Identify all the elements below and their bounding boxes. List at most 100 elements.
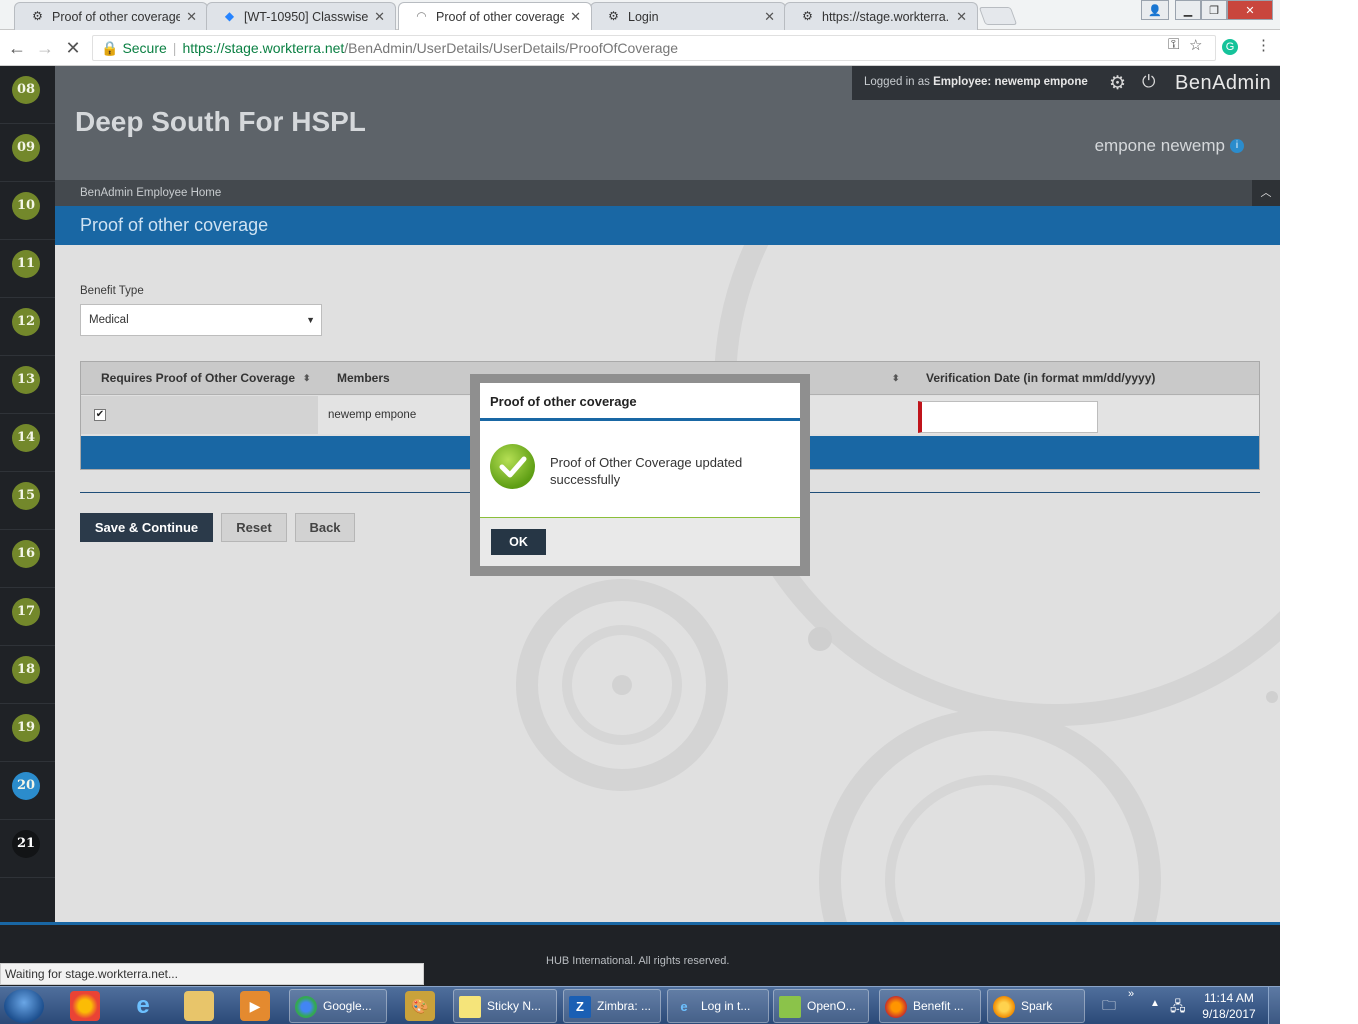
window-close-icon[interactable]: ✕ xyxy=(1227,0,1273,20)
benefit-type-select[interactable]: Medical ▼ xyxy=(80,304,322,336)
ok-button[interactable]: OK xyxy=(491,529,546,555)
forward-arrow-icon[interactable]: → xyxy=(33,36,57,60)
step-badge: 15 xyxy=(12,482,40,510)
back-button[interactable]: Back xyxy=(295,513,355,542)
taskbar-button-ie[interactable]: e Log in t... xyxy=(667,989,769,1023)
rail-item-15[interactable]: 15 xyxy=(0,472,55,530)
paint-icon[interactable]: 🎨 xyxy=(405,991,435,1021)
step-badge: 08 xyxy=(12,76,40,104)
show-desktop-button[interactable] xyxy=(1268,987,1280,1024)
rail-item-19[interactable]: 19 xyxy=(0,704,55,762)
logged-in-text: Logged in as Employee: newemp empone xyxy=(864,76,1088,88)
rail-item-18[interactable]: 18 xyxy=(0,646,55,704)
network-icon[interactable]: 🖧 xyxy=(1170,996,1186,1020)
close-icon[interactable]: ✕ xyxy=(186,9,197,25)
rail-item-17[interactable]: 17 xyxy=(0,588,55,646)
taskbar-label: Log in t... xyxy=(701,999,751,1013)
start-button-icon[interactable] xyxy=(4,989,44,1023)
step-badge: 14 xyxy=(12,424,40,452)
user-display-name[interactable]: empone newemp xyxy=(1095,136,1225,156)
rail-item-11[interactable]: 11 xyxy=(0,240,55,298)
workterra-icon: ⚙ xyxy=(32,9,43,23)
chrome-icon[interactable] xyxy=(70,991,100,1021)
power-icon[interactable]: ⏻ xyxy=(1142,72,1155,92)
browser-tab-1[interactable]: ⚙ Proof of other coverage ✕ xyxy=(14,2,208,30)
ie-icon: e xyxy=(680,998,688,1014)
grammarly-icon[interactable]: G xyxy=(1222,39,1238,55)
browser-tab-5[interactable]: ⚙ https://stage.workterra.n ✕ xyxy=(784,2,978,30)
new-tab-button[interactable] xyxy=(978,7,1018,25)
rail-item-12[interactable]: 12 xyxy=(0,298,55,356)
sort-icon[interactable]: ⬍ xyxy=(303,362,311,395)
table-row: ✔ xyxy=(81,396,318,434)
user-profile-icon[interactable]: 👤 xyxy=(1141,0,1169,20)
rail-item-20[interactable]: 20 xyxy=(0,762,55,820)
close-icon[interactable]: ✕ xyxy=(374,9,385,25)
form-area: Benefit Type Medical ▼ Requires Proof of… xyxy=(55,245,1280,922)
taskbar-button-sticky-notes[interactable]: Sticky N... xyxy=(453,989,557,1023)
reset-button[interactable]: Reset xyxy=(221,513,287,542)
success-check-icon xyxy=(490,444,535,489)
taskbar-button-zimbra[interactable]: Z Zimbra: ... xyxy=(563,989,661,1023)
stop-icon[interactable]: ✕ xyxy=(61,36,85,60)
close-icon[interactable]: ✕ xyxy=(764,9,775,25)
step-badge: 11 xyxy=(12,250,40,278)
close-icon[interactable]: ✕ xyxy=(956,9,967,25)
url-path: /BenAdmin/UserDetails/UserDetails/ProofO… xyxy=(344,40,679,56)
back-arrow-icon[interactable]: ← xyxy=(5,36,29,60)
requires-proof-checkbox[interactable]: ✔ xyxy=(94,409,106,421)
show-hidden-icons[interactable]: ▲ xyxy=(1150,998,1160,1009)
chevron-up-icon[interactable]: ︿ xyxy=(1252,180,1280,206)
ie-icon[interactable]: e xyxy=(128,991,158,1021)
file-explorer-icon[interactable] xyxy=(184,991,214,1021)
taskbar-button-firefox[interactable]: Benefit ... xyxy=(879,989,981,1023)
login-strip: Logged in as Employee: newemp empone ⚙ ⏻… xyxy=(852,66,1280,100)
step-badge: 19 xyxy=(12,714,40,742)
column-header-requires[interactable]: Requires Proof of Other Coverage ⬍ xyxy=(81,362,318,395)
rail-item-09[interactable]: 09 xyxy=(0,124,55,182)
taskbar-button-spark[interactable]: Spark xyxy=(987,989,1085,1023)
close-icon[interactable]: ✕ xyxy=(570,9,581,25)
verification-date-input[interactable] xyxy=(918,401,1098,433)
rail-item-08[interactable]: 08 xyxy=(0,66,55,124)
folder-icon[interactable]: 🗀 xyxy=(1102,995,1116,1019)
address-bar[interactable]: 🔒 Secure | https://stage.workterra.net/BenA… xyxy=(92,35,1216,61)
taskbar-button-openoffice[interactable]: OpenO... xyxy=(773,989,869,1023)
save-continue-button[interactable]: Save & Continue xyxy=(80,513,213,542)
taskbar-button-chrome[interactable]: Google... xyxy=(289,989,387,1023)
key-icon[interactable]: ⚿ xyxy=(1168,36,1179,53)
taskbar-label: Spark xyxy=(1021,999,1053,1013)
workterra-icon: ⚙ xyxy=(802,9,813,23)
media-player-icon[interactable]: ▶ xyxy=(240,991,270,1021)
browser-toolbar: ← → ✕ 🔒 Secure | https://stage.workterra.ne… xyxy=(0,30,1280,66)
step-badge: 21 xyxy=(12,830,40,858)
minimize-icon[interactable]: ▁ xyxy=(1175,0,1201,20)
star-icon[interactable]: ☆ xyxy=(1189,36,1202,54)
clock[interactable]: 11:14 AM 9/18/2017 xyxy=(1198,990,1260,1022)
overflow-chevron-icon[interactable]: » xyxy=(1128,988,1134,1000)
browser-tab-4[interactable]: ⚙ Login ✕ xyxy=(590,2,786,30)
browser-tab-2[interactable]: ◆ [WT-10950] Classwise OE ✕ xyxy=(206,2,396,30)
sort-icon[interactable]: ⬍ xyxy=(892,362,900,395)
step-badge: 13 xyxy=(12,366,40,394)
page-title: Proof of other coverage xyxy=(55,206,1280,245)
taskbar-label: Google... xyxy=(323,999,372,1013)
rail-item-14[interactable]: 14 xyxy=(0,414,55,472)
rail-item-21[interactable]: 21 xyxy=(0,820,55,878)
rail-item-13[interactable]: 13 xyxy=(0,356,55,414)
rail-item-10[interactable]: 10 xyxy=(0,182,55,240)
breadcrumb-home[interactable]: BenAdmin Employee Home xyxy=(80,187,221,199)
menu-icon[interactable]: ⋮ xyxy=(1256,36,1271,54)
tab-title: Proof of other coverage xyxy=(52,9,181,24)
gear-icon[interactable]: ⚙ xyxy=(1109,72,1126,95)
loading-icon: ◠ xyxy=(416,9,427,23)
browser-tab-3-active[interactable]: ◠ Proof of other coverage ✕ xyxy=(398,2,592,30)
zimbra-icon: Z xyxy=(569,995,591,1018)
rail-item-16[interactable]: 16 xyxy=(0,530,55,588)
dialog-footer: OK xyxy=(480,517,800,566)
restore-icon[interactable]: ❐ xyxy=(1201,0,1227,20)
column-header-verification[interactable]: Verification Date (in format mm/dd/yyyy) xyxy=(906,362,1259,395)
benefit-type-value: Medical xyxy=(89,314,129,326)
info-icon[interactable]: i xyxy=(1230,139,1244,153)
modal-backdrop-frame: Proof of other coverage Proof of Other C… xyxy=(470,374,810,576)
